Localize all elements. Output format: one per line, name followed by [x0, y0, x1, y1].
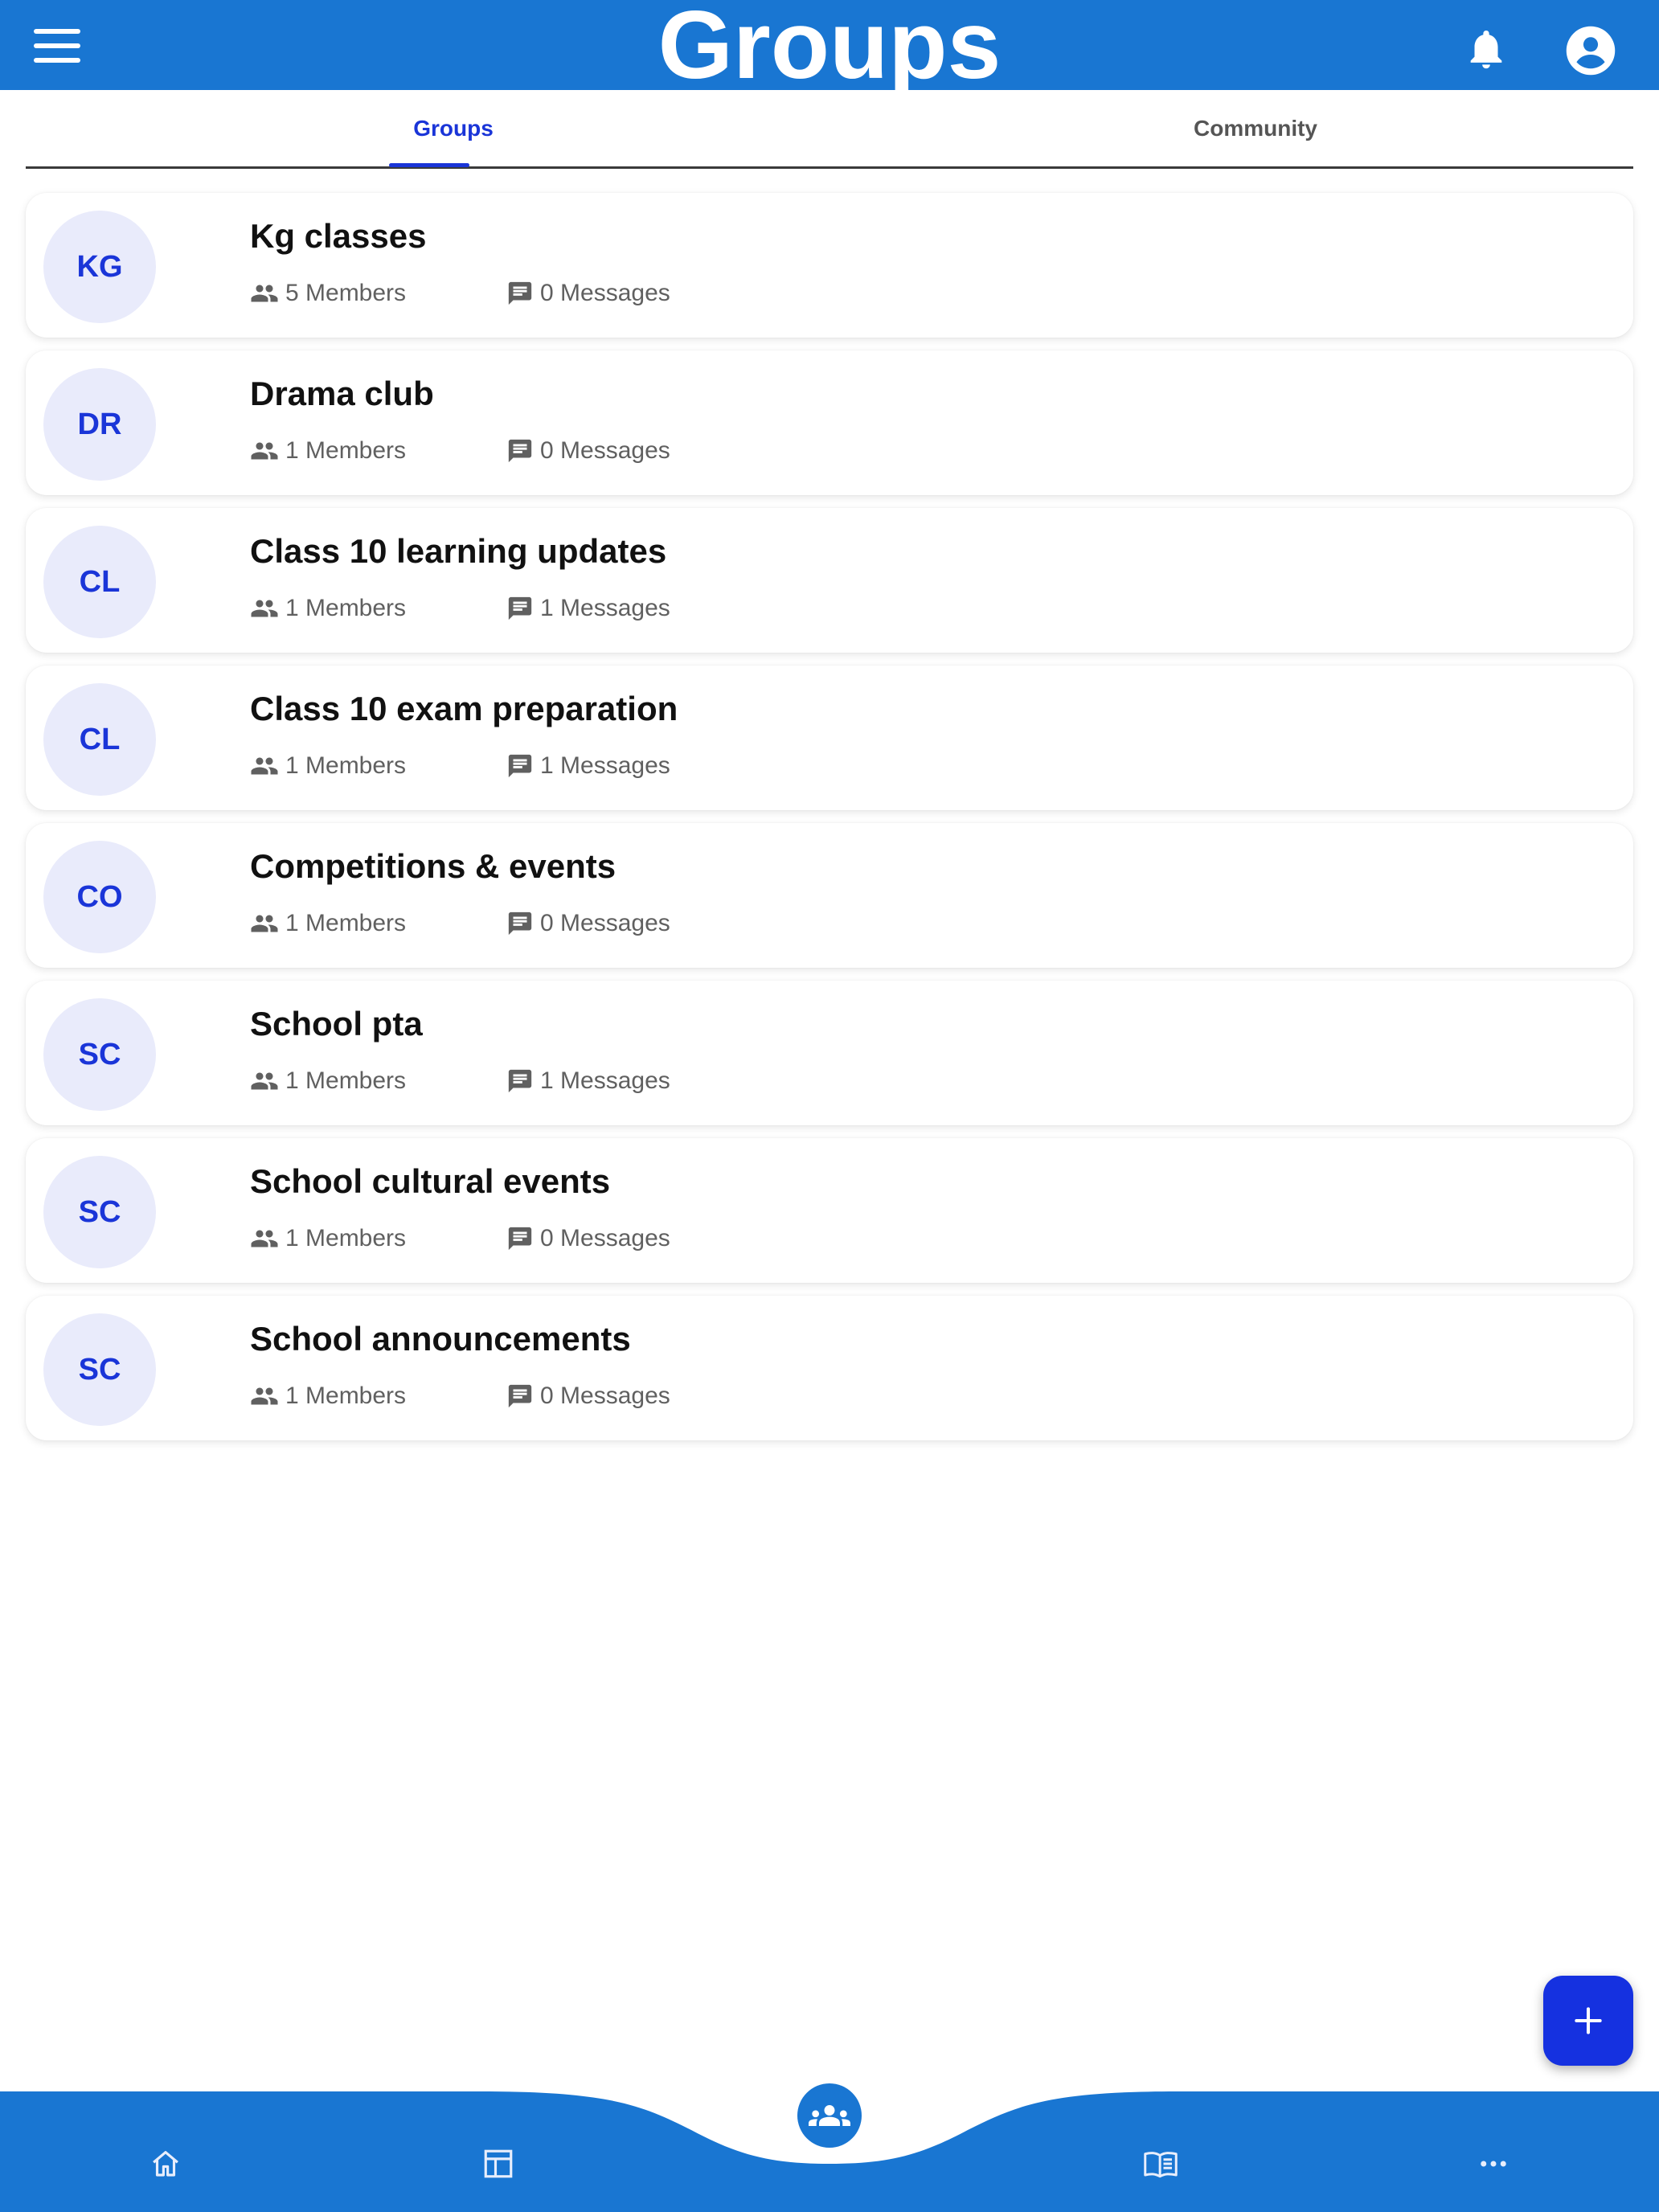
group-avatar: SC [43, 998, 156, 1111]
group-card[interactable]: KG Kg classes 5 Members 0 Messages [26, 193, 1633, 338]
members-count: 1 Members [285, 910, 407, 936]
group-avatar: DR [43, 368, 156, 481]
home-icon[interactable] [133, 2132, 198, 2196]
people-icon [251, 600, 278, 617]
add-group-button[interactable] [1543, 1976, 1633, 2066]
members-count: 1 Members [285, 437, 407, 464]
groups-icon [809, 2105, 850, 2126]
messages-info: 0 Messages [506, 437, 670, 465]
messages-info: 1 Messages [506, 752, 670, 780]
group-avatar: CO [43, 841, 156, 953]
group-initials: CL [79, 564, 121, 599]
members-count: 1 Members [285, 1067, 407, 1094]
active-tab-indicator [389, 163, 469, 167]
message-icon [508, 911, 532, 936]
groups-nav-button[interactable] [797, 2083, 862, 2148]
group-name: School cultural events [250, 1162, 611, 1200]
group-card[interactable]: SC School cultural events 1 Members 0 Me… [26, 1138, 1633, 1283]
group-avatar: SC [43, 1156, 156, 1268]
members-count: 1 Members [285, 1382, 407, 1409]
group-card[interactable]: SC School announcements 1 Members 0 Mess… [26, 1296, 1633, 1440]
dashboard-icon[interactable] [466, 2132, 530, 2196]
group-name: Class 10 exam preparation [250, 690, 678, 727]
members-info: 5 Members [250, 280, 406, 307]
group-card[interactable]: CL Class 10 learning updates 1 Members 1… [26, 508, 1633, 653]
messages-info: 0 Messages [506, 1382, 670, 1410]
messages-count: 1 Messages [540, 595, 670, 621]
tab-bar: Groups Community [26, 90, 1633, 169]
group-card[interactable]: CL Class 10 exam preparation 1 Members 1… [26, 666, 1633, 810]
messages-count: 0 Messages [540, 437, 670, 464]
messages-info: 1 Messages [506, 595, 670, 622]
messages-count: 0 Messages [540, 910, 670, 936]
tab-groups[interactable]: Groups [347, 90, 559, 167]
group-card[interactable]: DR Drama club 1 Members 0 Messages [26, 350, 1633, 495]
account-circle-icon[interactable] [1564, 24, 1617, 77]
messages-count: 1 Messages [540, 752, 670, 779]
group-initials: KG [76, 249, 123, 284]
group-card[interactable]: SC School pta 1 Members 1 Messages [26, 981, 1633, 1125]
members-count: 1 Members [285, 595, 407, 621]
group-card[interactable]: CO Competitions & events 1 Members 0 Mes… [26, 823, 1633, 968]
messages-count: 1 Messages [540, 1067, 670, 1094]
message-icon [508, 1227, 532, 1251]
group-name: Class 10 learning updates [250, 532, 667, 570]
people-icon [251, 757, 278, 775]
people-icon [251, 915, 278, 932]
group-initials: SC [78, 1352, 121, 1387]
group-avatar: SC [43, 1313, 156, 1426]
group-name: School pta [250, 1005, 423, 1043]
people-icon [251, 1072, 278, 1090]
members-count: 1 Members [285, 1225, 407, 1251]
message-icon [508, 281, 532, 305]
people-icon [251, 1387, 278, 1405]
group-initials: CL [79, 722, 121, 756]
people-icon [251, 442, 278, 460]
messages-count: 0 Messages [540, 280, 670, 306]
message-icon [508, 1384, 532, 1408]
group-initials: DR [77, 407, 122, 441]
messages-count: 0 Messages [540, 1225, 670, 1251]
message-icon [508, 754, 532, 778]
message-icon [508, 439, 532, 463]
people-icon [251, 285, 278, 302]
plus-icon [1575, 2007, 1602, 2034]
messages-info: 0 Messages [506, 910, 670, 937]
group-initials: SC [78, 1194, 121, 1229]
group-avatar: CL [43, 526, 156, 638]
group-name: Competitions & events [250, 847, 616, 885]
members-count: 1 Members [285, 752, 407, 779]
group-avatar: KG [43, 211, 156, 323]
members-info: 1 Members [250, 1382, 406, 1410]
group-name: Kg classes [250, 217, 427, 255]
more-horizontal-icon[interactable] [1461, 2132, 1526, 2196]
app-header: Groups [0, 0, 1659, 96]
members-info: 1 Members [250, 752, 406, 780]
messages-info: 0 Messages [506, 280, 670, 307]
library-icon[interactable] [1129, 2132, 1193, 2196]
members-info: 1 Members [250, 910, 406, 937]
messages-info: 0 Messages [506, 1225, 670, 1252]
messages-info: 1 Messages [506, 1067, 670, 1095]
tab-community[interactable]: Community [1119, 90, 1392, 167]
members-info: 1 Members [250, 1225, 406, 1252]
messages-count: 0 Messages [540, 1382, 670, 1409]
message-icon [508, 1069, 532, 1093]
members-count: 5 Members [285, 280, 407, 306]
group-name: School announcements [250, 1320, 631, 1358]
members-info: 1 Members [250, 595, 406, 622]
group-initials: CO [76, 879, 123, 914]
page-title: Groups [657, 0, 1002, 99]
message-icon [508, 596, 532, 621]
people-icon [251, 1230, 278, 1247]
group-name: Drama club [250, 375, 434, 412]
group-initials: SC [78, 1037, 121, 1071]
members-info: 1 Members [250, 437, 406, 465]
group-avatar: CL [43, 683, 156, 796]
members-info: 1 Members [250, 1067, 406, 1095]
bell-icon[interactable] [1463, 24, 1509, 74]
